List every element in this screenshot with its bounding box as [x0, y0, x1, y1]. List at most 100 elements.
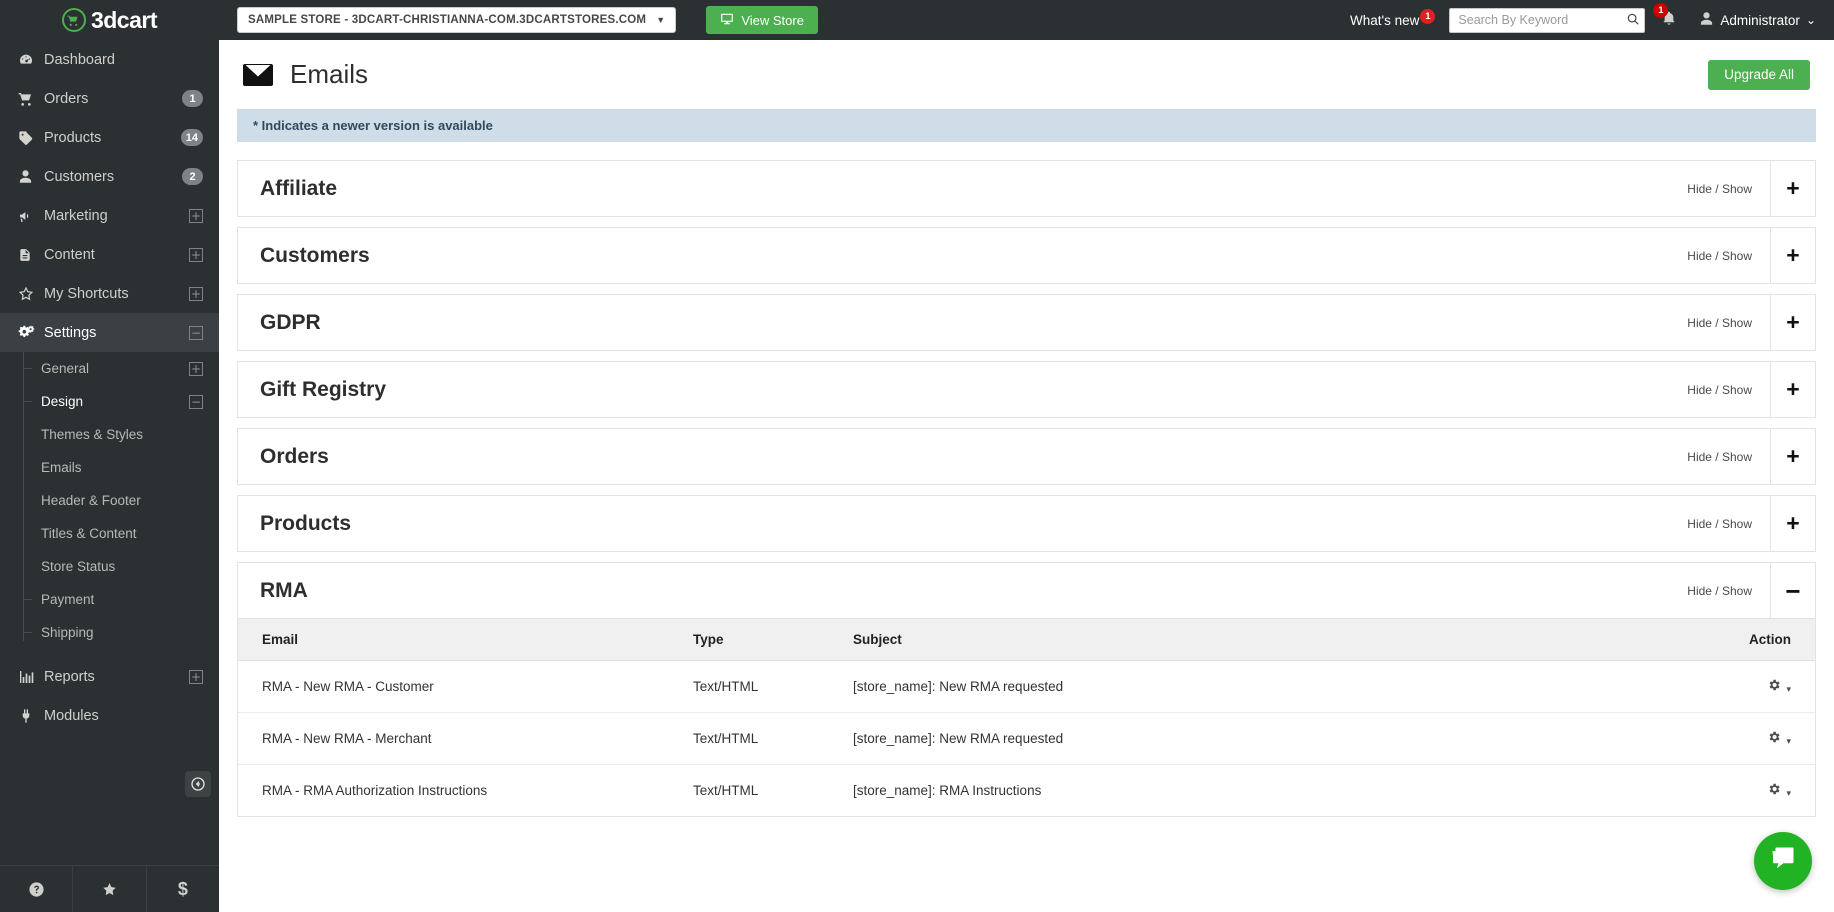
expand-icon[interactable]: + [1771, 496, 1815, 551]
dollar-icon[interactable]: $ [147, 866, 219, 912]
expand-icon[interactable]: + [189, 361, 203, 376]
hide-show-toggle[interactable]: Hide / Show [1669, 228, 1771, 283]
search-icon[interactable] [1626, 12, 1640, 29]
sidebar-item-content[interactable]: Content + [0, 235, 219, 274]
star-icon [18, 286, 44, 302]
sidebar-item-modules[interactable]: Modules [0, 696, 219, 735]
sidebar-badge-products: 14 [180, 129, 203, 146]
section-title: Gift Registry [260, 377, 387, 401]
row-actions-button[interactable]: ▾ [1767, 783, 1791, 799]
settings-submenu: General + Design − Themes & Styles Email… [0, 352, 219, 649]
hide-show-toggle[interactable]: Hide / Show [1669, 429, 1771, 484]
section-header[interactable]: Orders Hide / Show + [238, 429, 1815, 484]
expand-icon[interactable]: + [1771, 161, 1815, 216]
top-bar: SAMPLE STORE - 3DCART-CHRISTIANNA-COM.3D… [219, 0, 1834, 40]
submenu-item-emails[interactable]: Emails [0, 451, 219, 484]
section-title: Customers [260, 243, 370, 267]
cell-type: Text/HTML [693, 660, 853, 713]
submenu-item-payment[interactable]: Payment [0, 583, 219, 616]
cell-action: ▾ [1705, 765, 1815, 817]
table-row[interactable]: RMA - New RMA - Merchant Text/HTML [stor… [238, 712, 1815, 765]
cell-subject: [store_name]: New RMA requested [853, 660, 1705, 713]
section-body-rma: Email Type Subject Action RMA - New RMA … [238, 618, 1815, 816]
cell-type: Text/HTML [693, 712, 853, 765]
store-selector[interactable]: SAMPLE STORE - 3DCART-CHRISTIANNA-COM.3D… [237, 7, 677, 33]
chat-bubble-icon [1769, 844, 1797, 879]
collapse-icon[interactable]: − [189, 325, 203, 340]
cell-email: RMA - New RMA - Merchant [238, 712, 693, 765]
brand-logo[interactable]: 3dcart [0, 0, 219, 40]
section-header[interactable]: RMA Hide / Show − [238, 563, 1815, 618]
expand-icon[interactable]: + [1771, 429, 1815, 484]
submenu-item-header-footer[interactable]: Header & Footer [0, 484, 219, 517]
sidebar-item-my-shortcuts[interactable]: My Shortcuts + [0, 274, 219, 313]
expand-icon[interactable]: + [1771, 295, 1815, 350]
search-input[interactable] [1449, 7, 1646, 33]
view-store-button[interactable]: View Store [706, 6, 818, 34]
whats-new-link[interactable]: What's new 1 [1350, 8, 1436, 28]
section-header[interactable]: Affiliate Hide / Show + [238, 161, 1815, 216]
sidebar-item-reports[interactable]: Reports + [0, 657, 219, 696]
plug-icon [18, 708, 44, 724]
table-row[interactable]: RMA - New RMA - Customer Text/HTML [stor… [238, 660, 1815, 713]
sidebar-item-label: Dashboard [44, 51, 115, 68]
whats-new-badge: 1 [1420, 8, 1436, 24]
expand-icon[interactable]: + [189, 669, 203, 684]
page-header: Emails Upgrade All [219, 40, 1834, 109]
section-header[interactable]: Gift Registry Hide / Show + [238, 362, 1815, 417]
table-header-row: Email Type Subject Action [238, 619, 1815, 661]
star-icon[interactable] [73, 866, 147, 912]
sidebar-item-products[interactable]: Products 14 [0, 118, 219, 157]
notifications-button[interactable]: 1 [1653, 2, 1677, 31]
notification-badge: 1 [1653, 2, 1669, 18]
submenu-item-design[interactable]: Design − [0, 385, 219, 418]
section-gdpr: GDPR Hide / Show + [237, 294, 1816, 351]
collapse-icon[interactable]: − [189, 394, 203, 409]
hide-show-toggle[interactable]: Hide / Show [1669, 295, 1771, 350]
section-header[interactable]: Customers Hide / Show + [238, 228, 1815, 283]
account-menu[interactable]: Administrator ⌄ [1699, 11, 1816, 29]
submenu-item-general[interactable]: General + [0, 352, 219, 385]
megaphone-icon [18, 208, 44, 224]
hide-show-toggle[interactable]: Hide / Show [1669, 496, 1771, 551]
cell-subject: [store_name]: New RMA requested [853, 712, 1705, 765]
hide-show-toggle[interactable]: Hide / Show [1669, 161, 1771, 216]
submenu-item-label: Shipping [41, 625, 94, 640]
email-sections: Affiliate Hide / Show + Customers Hide /… [219, 142, 1834, 817]
hide-show-toggle[interactable]: Hide / Show [1669, 362, 1771, 417]
upgrade-all-button[interactable]: Upgrade All [1708, 59, 1810, 90]
help-circle-icon[interactable] [0, 866, 74, 912]
sidebar-item-customers[interactable]: Customers 2 [0, 157, 219, 196]
table-head: Email Type Subject Action [238, 619, 1815, 661]
sidebar-item-label: Customers [44, 168, 115, 185]
submenu-item-label: Store Status [41, 559, 116, 574]
row-actions-button[interactable]: ▾ [1767, 679, 1791, 695]
sidebar-collapse-button[interactable] [185, 771, 211, 797]
expand-icon[interactable]: + [1771, 362, 1815, 417]
sidebar-item-settings[interactable]: Settings − [0, 313, 219, 352]
expand-icon[interactable]: + [189, 247, 203, 262]
cell-type: Text/HTML [693, 783, 759, 798]
tag-icon [18, 130, 44, 146]
sidebar-item-orders[interactable]: Orders 1 [0, 79, 219, 118]
hide-show-toggle[interactable]: Hide / Show [1669, 563, 1771, 618]
collapse-icon[interactable]: − [1771, 563, 1815, 618]
speedometer-icon [18, 52, 44, 68]
submenu-item-store-status[interactable]: Store Status [0, 550, 219, 583]
sidebar-item-dashboard[interactable]: Dashboard [0, 40, 219, 79]
submenu-item-shipping[interactable]: Shipping [0, 616, 219, 649]
section-header[interactable]: Products Hide / Show + [238, 496, 1815, 551]
table-row[interactable]: RMA - RMA Authorization Instructions Tex… [238, 765, 1815, 817]
expand-icon[interactable]: + [189, 208, 203, 223]
submenu-item-themes-styles[interactable]: Themes & Styles [0, 418, 219, 451]
cell-email: RMA - New RMA - Customer [238, 660, 693, 713]
expand-icon[interactable]: + [1771, 228, 1815, 283]
section-header[interactable]: GDPR Hide / Show + [238, 295, 1815, 350]
expand-icon[interactable]: + [189, 286, 203, 301]
chat-widget-button[interactable] [1754, 832, 1812, 890]
row-actions-button[interactable]: ▾ [1767, 731, 1791, 747]
submenu-item-label: Titles & Content [41, 526, 137, 541]
sidebar-item-label: Settings [44, 324, 97, 341]
submenu-item-titles-content[interactable]: Titles & Content [0, 517, 219, 550]
sidebar-item-marketing[interactable]: Marketing + [0, 196, 219, 235]
